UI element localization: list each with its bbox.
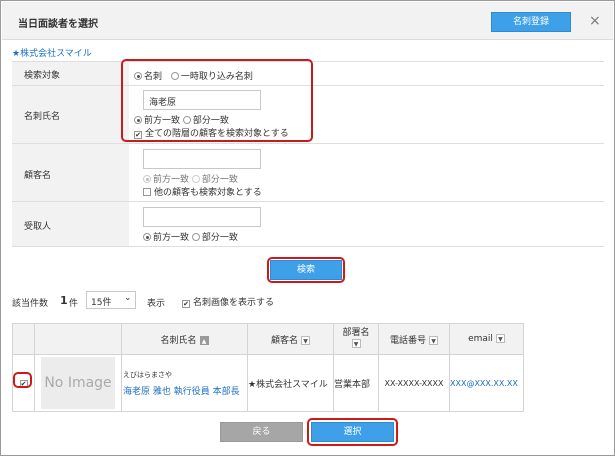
- customer-cell: ★株式会社スマイル: [247, 354, 334, 412]
- recipient-label: 受取人: [24, 222, 52, 232]
- customer-name-row: 顧客名 前方一致 部分一致 他の顧客も検索対象とする: [12, 143, 604, 202]
- sort-icon[interactable]: ▼: [495, 334, 505, 343]
- result-count-label: 該当件数: [12, 299, 49, 309]
- customer-prefix-radio[interactable]: 前方一致: [143, 175, 189, 185]
- other-customers-checkbox[interactable]: 他の顧客も検索対象とする: [143, 185, 262, 198]
- recipient-partial-radio[interactable]: 部分一致: [191, 233, 238, 243]
- recipient-row: 受取人 前方一致 部分一致: [12, 201, 604, 247]
- phone-cell: XX-XXXX-XXXX: [378, 354, 450, 412]
- results-table: 名刺氏名 ▲ 顧客名 ▼ 部署名 ▼ 電話番号 ▼ email ▼ ✔ No Image: [12, 323, 524, 412]
- customer-name-input[interactable]: [143, 149, 261, 169]
- per-page-select[interactable]: 15件 ⌄: [86, 291, 136, 309]
- header-email[interactable]: email ▼: [449, 323, 524, 355]
- email-link[interactable]: XXX@XXX.XX.XX: [449, 354, 524, 412]
- search-button-highlight: [267, 257, 345, 283]
- table-row[interactable]: ✔ No Image えびはらまさや 海老原 雅也 執行役員 本部長 ★株式会社…: [12, 354, 524, 412]
- sort-icon[interactable]: ▼: [301, 335, 310, 345]
- display-label: 表示: [147, 299, 166, 309]
- recipient-input[interactable]: [143, 207, 261, 227]
- dialog-header: 当日面談者を選択 名刺登録 ×: [2, 2, 613, 40]
- dialog-title: 当日面談者を選択: [18, 19, 98, 30]
- kana-name: えびはらまさや: [123, 370, 172, 379]
- company-link[interactable]: ★株式会社スマイル: [12, 46, 92, 59]
- close-icon[interactable]: ×: [589, 13, 601, 29]
- card-name-cell: えびはらまさや 海老原 雅也 執行役員 本部長: [121, 354, 248, 412]
- search-options-highlight: [121, 59, 313, 142]
- search-target-label: 検索対象: [24, 71, 61, 81]
- table-header-row: 名刺氏名 ▲ 顧客名 ▼ 部署名 ▼ 電話番号 ▼ email ▼: [12, 323, 524, 355]
- card-name-link[interactable]: 海老原 雅也 執行役員 本部長: [123, 384, 247, 397]
- header-phone[interactable]: 電話番号 ▼: [378, 323, 450, 355]
- back-button[interactable]: 戻る: [220, 422, 303, 442]
- dialog: 当日面談者を選択 名刺登録 × ★株式会社スマイル 検索対象 名刺 一時取り込み…: [0, 0, 615, 456]
- sort-icon[interactable]: ▼: [429, 335, 438, 345]
- header-card-name[interactable]: 名刺氏名 ▲: [121, 323, 248, 355]
- recipient-prefix-radio[interactable]: 前方一致: [143, 233, 189, 243]
- result-count-unit: 件: [69, 299, 79, 309]
- show-images-checkbox[interactable]: ✔ 名刺画像を表示する: [182, 295, 274, 308]
- customer-partial-radio[interactable]: 部分一致: [191, 175, 238, 185]
- department-cell: 営業本部: [333, 354, 379, 412]
- no-image-placeholder: No Image: [41, 357, 115, 409]
- select-button-highlight: [307, 418, 398, 446]
- sort-icon[interactable]: ▲: [199, 335, 209, 345]
- header-department[interactable]: 部署名 ▼: [333, 323, 379, 355]
- card-name-label: 名刺氏名: [24, 112, 61, 122]
- sort-icon[interactable]: ▼: [351, 339, 361, 348]
- card-image-cell: No Image: [34, 354, 122, 412]
- row-checkbox-highlight: [13, 372, 32, 388]
- register-card-button[interactable]: 名刺登録: [491, 12, 571, 32]
- header-customer[interactable]: 顧客名 ▼: [247, 323, 334, 355]
- chevron-down-icon: ⌄: [124, 293, 132, 303]
- result-count-value: 1: [60, 294, 68, 307]
- customer-name-label: 顧客名: [24, 171, 52, 181]
